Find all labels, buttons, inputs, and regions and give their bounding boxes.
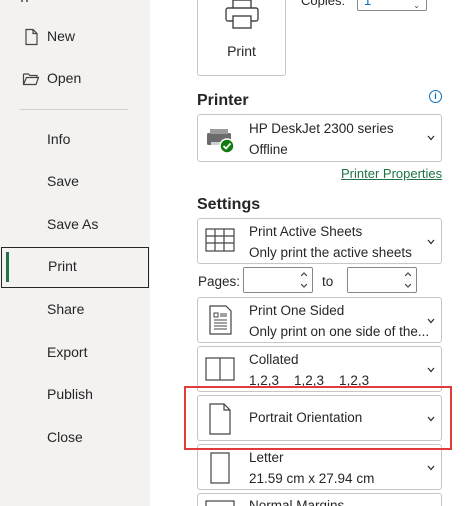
nav-item-label: Publish (47, 386, 93, 402)
nav-item-info[interactable]: Info (0, 120, 150, 160)
printer-icon (225, 0, 259, 29)
sheet-grid-icon (205, 228, 235, 252)
nav-item-label: Open (47, 70, 82, 86)
open-folder-icon (22, 73, 40, 86)
print-sides-dropdown[interactable]: Print One Sided Only print on one side o… (197, 297, 442, 343)
chevron-down-icon (427, 465, 435, 471)
nav-item-label: Save As (47, 216, 99, 232)
nav-item-open[interactable]: Open (0, 59, 150, 99)
printer-name: HP DeskJet 2300 series (249, 121, 394, 136)
printer-section-title: Printer (197, 92, 249, 109)
paper-size-dropdown[interactable]: Letter 21.59 cm x 27.94 cm (197, 444, 442, 490)
nav-item-label: Share (47, 301, 85, 317)
nav-item-export[interactable]: Export (0, 333, 150, 373)
nav-item-label: Print (48, 258, 77, 274)
paper-size-subtitle: 21.59 cm x 27.94 cm (249, 471, 375, 486)
copies-label: Copies: (301, 0, 346, 8)
portrait-page-icon (209, 403, 231, 435)
info-icon[interactable]: i (429, 90, 442, 103)
collation-subtitle: 1,2,3 1,2,3 1,2,3 (249, 373, 370, 388)
nav-item-label: Save (47, 173, 79, 189)
nav-item-label: Close (47, 429, 83, 445)
print-button-label: Print (227, 43, 256, 59)
nav-item-print[interactable]: Print (1, 247, 149, 288)
nav-item-label: New (47, 28, 76, 44)
back-arrow-icon[interactable] (20, 0, 38, 4)
paper-size-icon (210, 452, 230, 484)
printer-properties-link[interactable]: Printer Properties (341, 166, 442, 181)
print-sides-title: Print One Sided (249, 303, 345, 318)
selected-indicator (6, 252, 9, 282)
margins-icon (205, 500, 235, 506)
copies-spinner[interactable]: ⌃⌄ (413, 0, 420, 10)
collated-pages-icon (205, 357, 235, 381)
orientation-title: Portrait Orientation (249, 410, 363, 425)
pages-to-spinner-icon[interactable] (404, 270, 412, 290)
chevron-down-icon (427, 239, 435, 245)
print-scope-title: Print Active Sheets (249, 224, 363, 239)
chevron-down-icon (427, 318, 435, 324)
copies-value: 1 (364, 0, 372, 8)
paper-size-title: Letter (249, 450, 284, 465)
nav-item-label: Info (47, 131, 71, 147)
nav-item-publish[interactable]: Publish (0, 375, 150, 415)
pages-from-spinner-icon[interactable] (300, 270, 308, 290)
orientation-dropdown[interactable]: Portrait Orientation (197, 395, 442, 441)
settings-section-title: Settings (197, 196, 261, 213)
margins-title: Normal Margins (249, 498, 345, 506)
chevron-down-icon (427, 135, 435, 141)
pages-label: Pages: (198, 274, 241, 289)
new-document-icon (25, 28, 38, 46)
nav-divider (20, 109, 128, 110)
print-scope-subtitle: Only print the active sheets (249, 245, 412, 260)
chevron-down-icon (427, 416, 435, 422)
pages-to-label: to (322, 274, 334, 289)
nav-item-label: Export (47, 344, 88, 360)
nav-item-share[interactable]: Share (0, 290, 150, 330)
nav-item-new[interactable]: New (0, 17, 150, 57)
print-button[interactable]: Print (197, 0, 286, 76)
print-sides-subtitle: Only print on one side of the... (249, 324, 430, 339)
nav-item-close[interactable]: Close (0, 418, 150, 458)
print-scope-dropdown[interactable]: Print Active Sheets Only print the activ… (197, 218, 442, 264)
printer-status-icon (207, 129, 235, 154)
nav-item-save-as[interactable]: Save As (0, 205, 150, 245)
collation-title: Collated (249, 352, 299, 367)
one-sided-page-icon (209, 305, 232, 335)
copies-input[interactable]: 1 ⌃⌄ (357, 0, 427, 11)
printer-dropdown[interactable]: HP DeskJet 2300 series Offline (197, 114, 442, 162)
backstage-nav: New Open Info Save Save As Print Share E… (0, 0, 150, 506)
margins-dropdown[interactable]: Normal Margins (197, 493, 442, 506)
chevron-down-icon (427, 367, 435, 373)
nav-item-save[interactable]: Save (0, 162, 150, 202)
printer-status: Offline (249, 142, 288, 157)
collation-dropdown[interactable]: Collated 1,2,3 1,2,3 1,2,3 (197, 346, 442, 392)
